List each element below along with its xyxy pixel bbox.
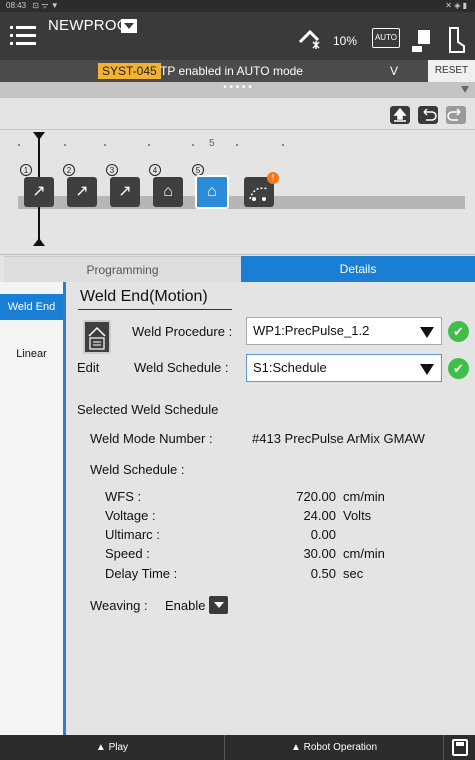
param-value: 30.00 [303,546,336,561]
title-underline [78,309,232,310]
weld-procedure-select[interactable]: WP1:PrecPulse_1.2 [246,317,442,345]
edit-button[interactable]: Edit [77,360,99,375]
param-value: 24.00 [303,508,336,523]
cursor-top-handle-icon[interactable] [33,132,45,140]
status-right-icons: ✕ ◈ ▮ [445,1,467,10]
clock: 08:43 [6,1,27,10]
save-icon[interactable] [452,739,468,756]
reset-button[interactable]: RESET [428,60,475,82]
node-number: 2 [63,164,75,176]
param-unit: Volts [343,508,372,523]
node-number: 3 [106,164,118,176]
chevron-down-icon[interactable] [420,327,434,338]
weld-procedure-label: Weld Procedure : [132,324,233,339]
cursor-bottom-handle-icon[interactable] [33,238,45,246]
weaving-dropdown-icon[interactable] [209,596,228,614]
param-unit: cm/min [343,489,385,504]
status-icons: ⊡ ᯤ ▼ [32,1,59,10]
param-name: Ultimarc : [105,527,160,542]
edit-procedure-icon[interactable] [83,320,111,354]
ruler-tick [236,144,238,146]
param-unit: sec [343,566,364,581]
weld-schedule-value: S1:Schedule [253,360,327,375]
robot-operation-button[interactable]: ▲ Robot Operation [225,735,443,760]
alarm-code: SYST-045 [98,63,161,79]
ruler-tick [18,144,20,146]
sidebar-item-linear[interactable]: Linear [0,341,63,367]
teach-pendant-icon[interactable] [410,26,432,54]
linear-move-node[interactable]: ↗ [110,177,140,207]
weaving-label: Weaving : [90,598,148,613]
auto-mode-icon[interactable]: AUTO [372,28,400,48]
linear-move-node[interactable]: ↗ [67,177,97,207]
node-number: 4 [149,164,161,176]
param-name: Delay Time : [105,566,178,581]
override-percent[interactable]: 10% [333,34,357,48]
program-name[interactable]: NEWPROG [48,17,129,34]
param-unit: cm/min [343,546,385,561]
ruler-tick [192,144,194,146]
param-value: 720.00 [296,489,336,504]
ruler-tick [282,144,284,146]
undo-icon[interactable] [418,106,438,124]
program-timeline[interactable]: 5 1 ↗ 2 ↗ 3 ↗ 4 ⌂ 5 ⌂ ! [0,130,475,255]
system-status-bar: 08:43 ⊡ ᯤ ▼ ✕ ◈ ▮ [0,0,475,12]
panel-expander[interactable]: • • • • • [0,82,475,98]
weld-procedure-value: WP1:PrecPulse_1.2 [253,323,370,338]
expand-triangle-icon[interactable] [461,86,469,93]
selected-schedule-heading: Selected Weld Schedule [77,402,219,417]
weld-start-node[interactable]: ⌂ [153,177,183,207]
alarm-message: TP enabled in AUTO mode [160,64,303,78]
view-tabs: Programming Details [0,256,475,282]
menu-icon[interactable] [10,26,36,48]
param-name: Speed : [105,546,150,561]
deadman-switch-icon[interactable] [446,26,466,54]
linear-move-node[interactable]: ↗ [24,177,54,207]
param-name: Voltage : [105,508,156,523]
node-alert-badge: ! [267,172,279,184]
tab-programming[interactable]: Programming [4,256,241,282]
schedule-valid-check-icon: ✔ [448,358,469,379]
page-title: Weld End(Motion) [80,288,208,305]
instruction-sidebar: Weld End Linear [0,282,66,735]
details-panel: Weld End(Motion) Edit Weld Procedure : W… [66,282,475,735]
weld-schedule-label: Weld Schedule : [134,360,229,375]
auto-mode-label: AUTO [374,33,398,42]
weaving-value: Enable [165,598,206,613]
ruler-label: 5 [209,138,215,149]
procedure-valid-check-icon: ✔ [448,321,469,342]
sidebar-item-weld-end[interactable]: Weld End [0,294,63,320]
weld-schedule-heading: Weld Schedule : [90,462,185,477]
node-number: 1 [20,164,32,176]
ruler-tick [104,144,106,146]
upload-icon[interactable] [390,106,410,124]
alarm-expand-button[interactable]: V [390,63,398,79]
ruler-tick [148,144,150,146]
tab-details[interactable]: Details [241,256,475,282]
param-name: WFS : [105,489,142,504]
weld-end-node[interactable]: ⌂ [195,175,229,209]
divider [443,735,444,760]
program-dropdown-icon[interactable] [121,19,137,33]
param-value: 0.50 [310,566,336,581]
timeline-toolbar [0,98,475,130]
weld-mode-value: #413 PrecPulse ArMix GMAW [252,431,425,446]
redo-icon[interactable] [446,106,466,124]
weld-mode-label: Weld Mode Number : [90,431,213,446]
alarm-bar[interactable]: SYST-045 TP enabled in AUTO mode V RESET [0,60,475,82]
expander-dots: • • • • • [223,82,252,93]
robot-motion-icon[interactable] [298,26,324,54]
bottom-bar: ▲ Play ▲ Robot Operation [0,735,475,760]
ruler-tick [64,144,66,146]
chevron-down-icon[interactable] [420,364,434,375]
param-value: 0.00 [310,527,336,542]
app-header: NEWPROG 10% AUTO [0,12,475,60]
play-button[interactable]: ▲ Play [0,735,224,760]
weld-schedule-select[interactable]: S1:Schedule [246,354,442,382]
